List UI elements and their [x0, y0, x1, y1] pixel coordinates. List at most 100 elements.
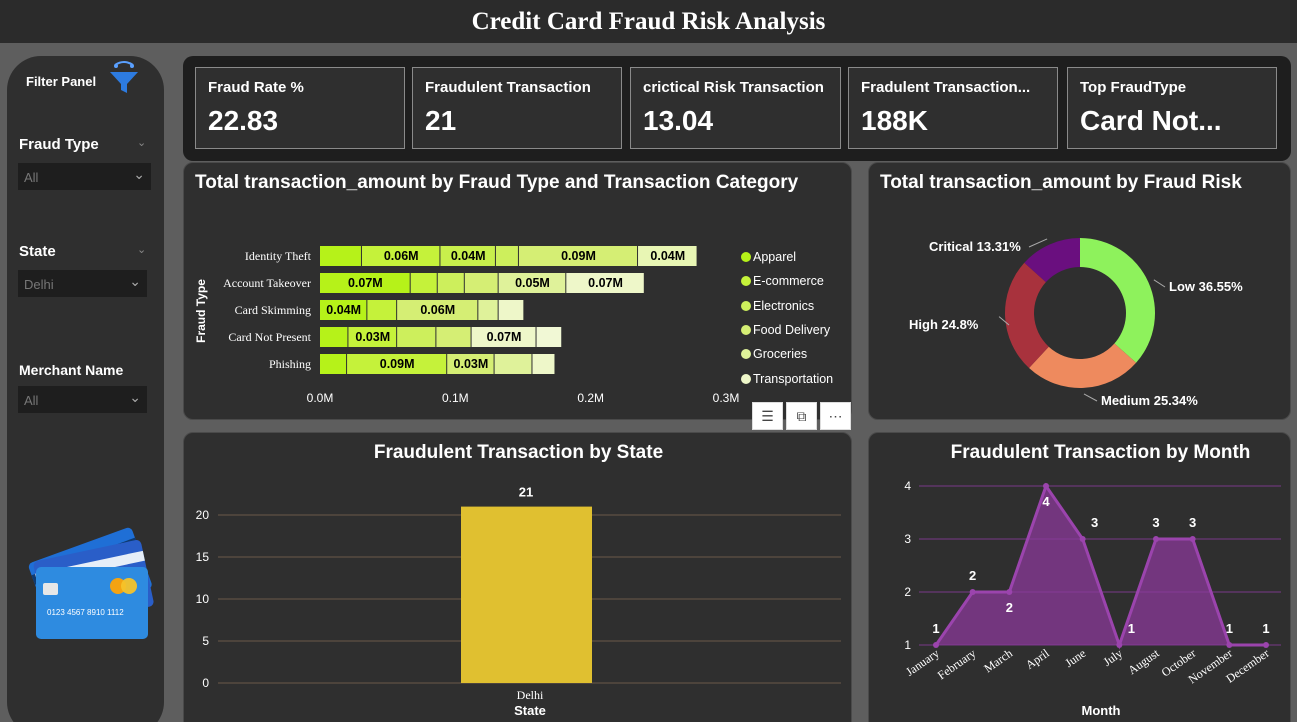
bar-segment	[495, 246, 518, 266]
y-axis-title: Fraud Type	[194, 279, 208, 343]
y-tick-label: Card Skimming	[235, 303, 311, 317]
fraud-type-value: All	[24, 170, 39, 185]
data-label: 0.06M	[384, 249, 419, 263]
state-bar-panel[interactable]: Fraudulent Transaction by State 0 5 10 15 20…	[183, 432, 852, 722]
legend-marker	[741, 324, 751, 335]
data-label: 0.07M	[588, 276, 623, 290]
y-tick-label: 10	[196, 592, 210, 606]
chevron-down-icon[interactable]: ⌄	[137, 243, 146, 256]
legend-item[interactable]: Apparel	[741, 250, 796, 264]
x-axis-title: Month	[1082, 703, 1121, 718]
data-label: 0.03M	[355, 330, 390, 344]
legend-label: Transportation	[753, 371, 834, 386]
title-bar: Credit Card Fraud Risk Analysis	[0, 0, 1297, 43]
bar-segment	[464, 273, 498, 293]
legend-label: Groceries	[753, 347, 808, 362]
page-title: Credit Card Fraud Risk Analysis	[471, 7, 826, 35]
y-tick-label: 15	[196, 550, 210, 564]
y-tick-label: Phishing	[269, 357, 311, 371]
kpi-card[interactable]: Fraudulent Transaction 21	[412, 67, 622, 149]
data-label: 1	[1226, 621, 1233, 636]
credit-card-illustration: 0123 4567 8910 1112	[28, 527, 154, 639]
data-label: 0.09M	[380, 357, 415, 371]
data-label: 21	[519, 485, 533, 500]
y-tick-label: 5	[202, 634, 209, 648]
legend-item[interactable]: E-commerce	[741, 274, 824, 288]
bar-segment	[536, 327, 562, 347]
bar-segment	[410, 273, 437, 293]
donut-panel[interactable]: Total transaction_amount by Fraud Risk L…	[868, 162, 1291, 420]
focus-mode-icon[interactable]: ⧉	[786, 402, 817, 430]
data-point	[1079, 536, 1086, 542]
legend-item[interactable]: Electronics	[741, 299, 814, 313]
bar-segment	[478, 300, 498, 320]
legend-item[interactable]: Transportation	[741, 372, 833, 386]
filter-label-state: State	[19, 243, 56, 260]
legend-label: Food Delivery	[753, 322, 831, 337]
data-label: 0.04M	[650, 249, 685, 263]
data-label: 2	[969, 568, 976, 583]
data-label: 0.06M	[420, 303, 455, 317]
fraud-type-dropdown[interactable]: All ⌄	[18, 163, 151, 190]
chevron-down-icon[interactable]: ⌄	[137, 136, 146, 149]
donut-chart: Low 36.55% Medium 25.34% High 24.8% Critica…	[909, 238, 1243, 408]
bar-segment	[320, 354, 347, 374]
data-label: 0.04M	[451, 249, 486, 263]
kpi-card[interactable]: Top FraudType Card Not...	[1067, 67, 1277, 149]
kpi-value: 21	[425, 105, 457, 136]
visual-header: ☰ ⧉ ⋯	[752, 402, 851, 430]
legend-label: Apparel	[753, 250, 797, 264]
legend-marker	[741, 276, 751, 287]
kpi-card[interactable]: Fraud Rate % 22.83	[195, 67, 405, 149]
bar-segment	[436, 327, 471, 347]
x-tick-label: August	[1125, 646, 1162, 678]
kpi-label: Fraud Rate %	[208, 79, 304, 96]
data-label: 1	[1262, 621, 1269, 636]
card-number-text: 0123 4567 8910 1112	[47, 608, 124, 617]
more-options-icon[interactable]: ⋯	[820, 402, 851, 430]
x-tick-label: April	[1023, 646, 1052, 672]
stacked-bar-panel[interactable]: Total transaction_amount by Fraud Type a…	[183, 162, 852, 420]
kpi-value: 22.83	[208, 105, 279, 136]
y-tick-label: Identity Theft	[245, 249, 312, 263]
filter-icon[interactable]: ☰	[752, 402, 783, 430]
filter-funnel-icon[interactable]	[107, 60, 141, 96]
kpi-card[interactable]: Fradulent Transaction... 188K	[848, 67, 1058, 149]
data-label: 0.04M	[326, 303, 361, 317]
data-label: 3	[1091, 515, 1098, 530]
kpi-label: Fradulent Transaction...	[861, 79, 1031, 96]
x-tick-label: Delhi	[517, 688, 544, 702]
legend-label: E-commerce	[753, 274, 824, 289]
state-dropdown[interactable]: Delhi ⌄	[18, 270, 147, 297]
legend-item[interactable]: Food Delivery	[741, 323, 830, 337]
data-label: 2	[1006, 600, 1013, 615]
x-tick-label: 0.2M	[577, 391, 604, 405]
data-point	[1006, 589, 1013, 595]
kpi-card[interactable]: crictical Risk Transaction 13.04	[630, 67, 841, 149]
x-tick-label: February	[935, 646, 979, 682]
y-tick-label: 4	[904, 479, 911, 493]
merchant-name-dropdown[interactable]: All ⌄	[18, 386, 147, 413]
donut-slice	[1080, 238, 1155, 363]
legend-marker	[741, 252, 751, 262]
x-tick-label: 0.1M	[442, 391, 469, 405]
x-tick-label: July	[1101, 646, 1125, 669]
kpi-label: Fraudulent Transaction	[425, 79, 591, 96]
legend-marker	[741, 373, 751, 384]
legend-item[interactable]: Groceries	[741, 347, 807, 361]
slice-label: High 24.8%	[909, 317, 979, 332]
month-area-panel[interactable]: Fraudulent Transaction by Month 12341224…	[868, 432, 1291, 722]
data-label: 0.09M	[561, 249, 596, 263]
kpi-value: Card Not...	[1080, 105, 1222, 136]
y-tick-label: 2	[904, 585, 911, 599]
data-point	[1153, 536, 1159, 542]
filter-label-merchant-name: Merchant Name	[19, 362, 124, 378]
state-value: Delhi	[24, 277, 54, 292]
slice-label: Critical 13.31%	[929, 239, 1021, 254]
kpi-strip: Fraud Rate % 22.83 Fraudulent Transactio…	[183, 56, 1291, 161]
x-axis-title: State	[514, 703, 546, 718]
chevron-down-icon: ⌄	[129, 389, 141, 405]
kpi-label: Top FraudType	[1080, 79, 1187, 96]
y-tick-label: Account Takeover	[223, 276, 311, 290]
bar-segment	[437, 273, 464, 293]
